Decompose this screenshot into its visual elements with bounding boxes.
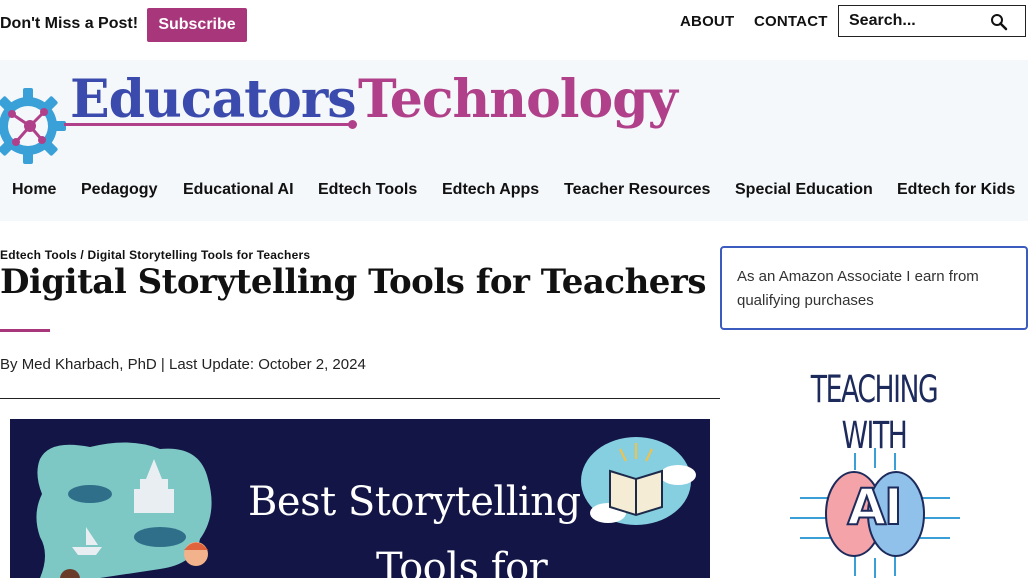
about-link[interactable]: ABOUT: [680, 13, 734, 30]
title-accent-bar: [0, 329, 50, 332]
hero-title-line-2: Tools for: [376, 545, 548, 578]
breadcrumb-parent-link[interactable]: Edtech Tools: [0, 248, 77, 262]
logo-underline: [64, 123, 352, 126]
update-label: Last Update:: [169, 356, 259, 373]
top-bar: Don't Miss a Post! Subscribe ABOUT CONTA…: [0, 0, 1028, 60]
book-cover-ad[interactable]: TEACHING WITH AI: [782, 360, 966, 578]
nav-item-edtech-tools[interactable]: Edtech Tools: [318, 181, 417, 199]
main-nav: Home Pedagogy Educational AI Edtech Tool…: [0, 181, 1028, 203]
search-input[interactable]: [849, 10, 989, 32]
byline: By Med Kharbach, PhD | Last Update: Octo…: [0, 356, 366, 373]
update-date: October 2, 2024: [258, 356, 366, 373]
byline-prefix: By: [0, 356, 22, 373]
search-icon[interactable]: [990, 13, 1008, 31]
nav-item-edtech-for-kids[interactable]: Edtech for Kids: [897, 181, 1015, 199]
site-header: Educators Technology Home Pedagogy Educa…: [0, 60, 1028, 221]
gear-network-icon[interactable]: [0, 82, 68, 168]
nav-item-teacher-resources[interactable]: Teacher Resources: [564, 181, 710, 199]
breadcrumb-separator: /: [76, 248, 88, 262]
nav-item-home[interactable]: Home: [12, 181, 56, 199]
breadcrumb-current: Digital Storytelling Tools for Teachers: [87, 248, 311, 262]
page-title: Digital Storytelling Tools for Teachers: [0, 262, 706, 302]
nav-item-educational-ai[interactable]: Educational AI: [183, 181, 294, 199]
affiliate-disclosure: As an Amazon Associate I earn from quali…: [720, 246, 1028, 330]
nav-item-edtech-apps[interactable]: Edtech Apps: [442, 181, 539, 199]
logo-underline-dot: [348, 120, 357, 129]
book-title-line-1: TEACHING: [810, 368, 939, 411]
hero-image: Best Storytelling Tools for: [10, 419, 710, 578]
breadcrumb: Edtech Tools / Digital Storytelling Tool…: [0, 248, 310, 262]
content-divider: [0, 398, 720, 399]
byline-separator: |: [156, 356, 169, 373]
subscribe-button[interactable]: Subscribe: [147, 8, 247, 42]
nav-item-pedagogy[interactable]: Pedagogy: [81, 181, 157, 199]
promo-text: Don't Miss a Post!: [0, 15, 139, 32]
nav-item-special-education[interactable]: Special Education: [735, 181, 873, 199]
contact-link[interactable]: CONTACT: [754, 13, 828, 30]
logo-word-technology[interactable]: Technology: [358, 68, 678, 132]
author-link[interactable]: Med Kharbach, PhD: [22, 356, 157, 373]
book-title-line-3: AI: [846, 477, 903, 537]
search-box: [838, 5, 1026, 37]
hero-title-line-1: Best Storytelling: [248, 479, 581, 525]
